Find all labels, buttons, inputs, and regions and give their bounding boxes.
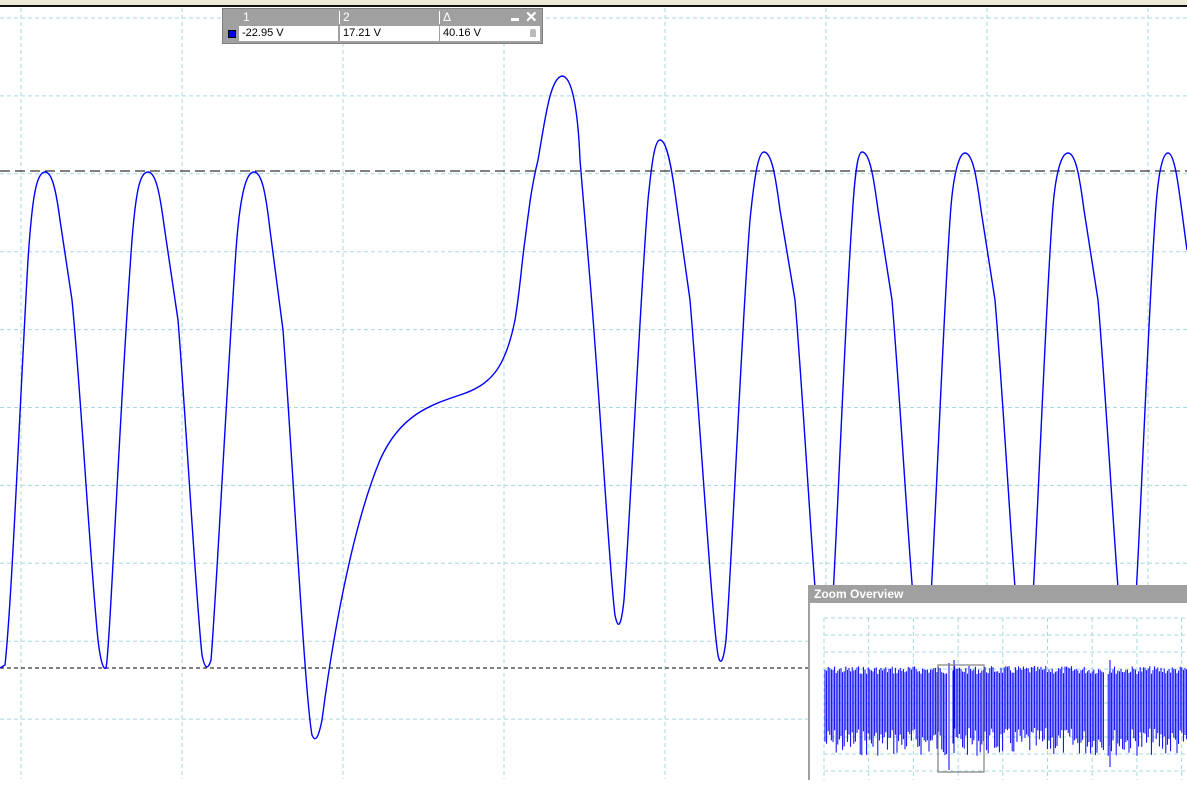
- ruler-header-delta: Δ: [443, 10, 452, 24]
- ruler-value-2: 17.21 V: [340, 26, 439, 41]
- zoom-overview-panel[interactable]: Zoom Overview: [808, 585, 1187, 780]
- minimize-icon[interactable]: [511, 18, 519, 21]
- ruler-header-1: 1: [243, 10, 250, 24]
- zoom-overview-plot[interactable]: [810, 603, 1187, 780]
- ruler-header-2: 2: [343, 10, 350, 24]
- channel-color-swatch: [228, 30, 236, 38]
- ruler-value-1: -22.95 V: [239, 26, 338, 41]
- ruler-panel[interactable]: 1 2 Δ ✕ -22.95 V 17.21 V 40.16 V: [222, 8, 543, 44]
- close-icon[interactable]: ✕: [525, 8, 538, 26]
- lock-icon[interactable]: [530, 29, 536, 37]
- column-separator: [339, 11, 340, 24]
- zoom-overview-title: Zoom Overview: [810, 586, 1187, 603]
- ruler-value-delta: 40.16 V: [440, 26, 540, 41]
- column-separator: [439, 11, 440, 24]
